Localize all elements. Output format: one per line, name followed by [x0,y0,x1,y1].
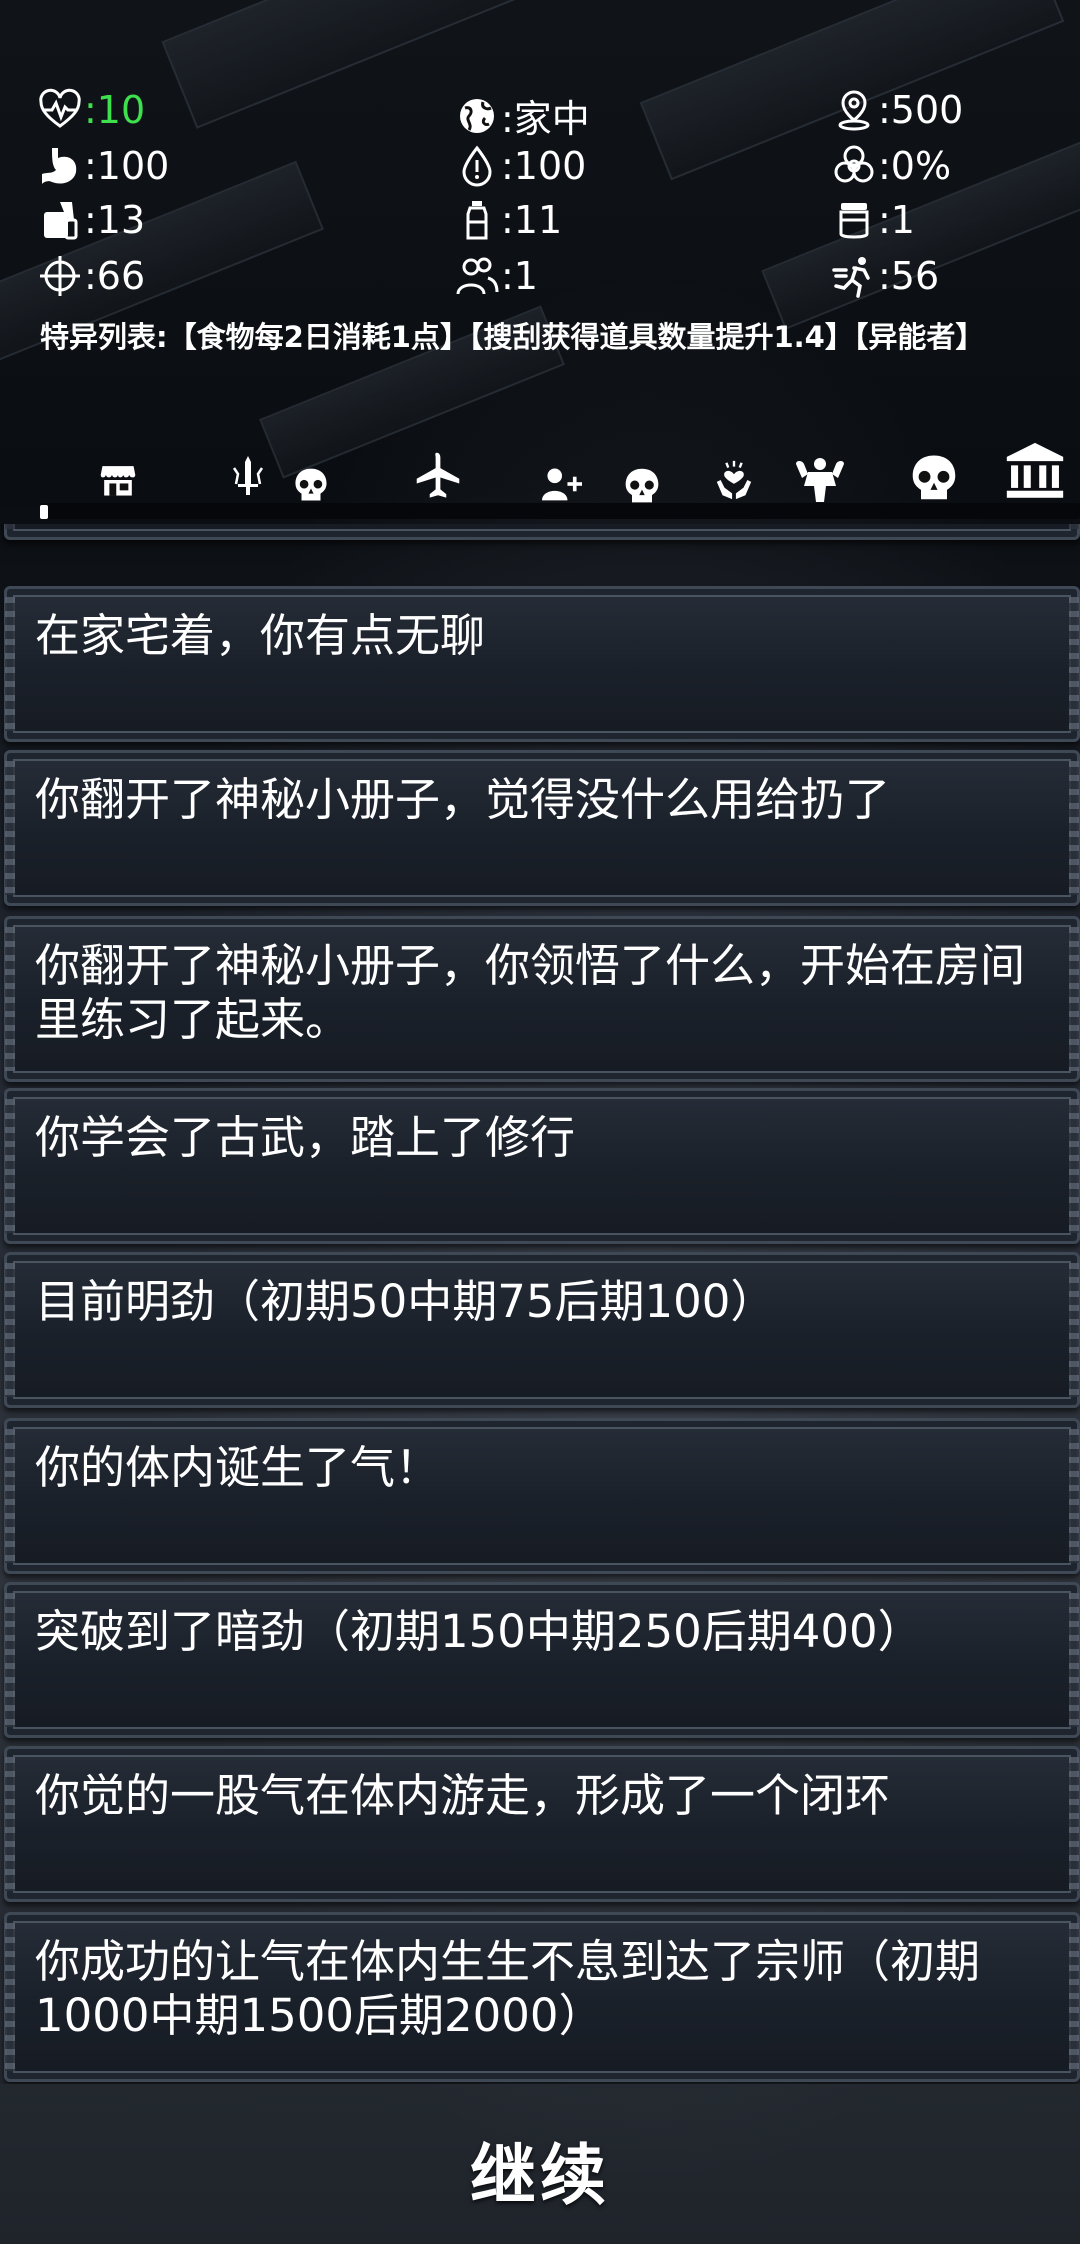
stat-companions: :1 [455,254,538,298]
list-item [4,524,1080,540]
stat-value: :100 [84,144,170,188]
skull-icon[interactable] [906,450,962,506]
continue-button[interactable]: 继续 [390,2120,690,2220]
sword-icon[interactable] [222,450,274,502]
list-item: 突破到了暗劲（初期150中期250后期400） [4,1582,1080,1738]
list-item: 你翻开了神秘小册子，你领悟了什么，开始在房间里练习了起来。 [4,916,1080,1082]
list-item: 你的体内诞生了气！ [4,1418,1080,1574]
biohazard-icon [834,145,874,183]
log-text: 你觉的一股气在体内游走，形成了一个闭环 [35,1769,891,1822]
food-can-icon [44,202,78,240]
stat-water: :11 [455,198,562,242]
muscle-icon[interactable] [792,454,848,506]
list-item: 你觉的一股气在体内游走，形成了一个闭环 [4,1746,1080,1902]
stat-value: :10 [84,88,146,132]
stat-money: :500 [832,88,963,132]
airplane-icon[interactable] [410,446,466,502]
log-text: 在家宅着，你有点无聊 [35,609,486,662]
heal-hands-icon[interactable] [710,456,758,504]
log-text: 你翻开了神秘小册子，觉得没什么用给扔了 [35,773,891,826]
people-icon [456,257,499,295]
stat-hunger: :100 [38,144,169,188]
traits-list: 特异列表:【食物每2日消耗1点】【搜刮获得道具数量提升1.4】【异能者】 [40,320,985,354]
stat-location: :家中 [455,88,590,143]
stat-food: :13 [38,198,145,242]
log-text: 突破到了暗劲（初期150中期250后期400） [35,1605,923,1658]
skull-icon[interactable] [290,464,332,506]
stomach-icon [42,148,77,184]
stat-value: :100 [501,144,587,188]
stat-value: :500 [878,88,964,132]
water-bottle-icon [466,201,488,240]
stat-speed: :56 [832,254,939,298]
water-drop-icon [462,145,492,187]
log-text: 目前明劲（初期50中期75后期100） [35,1275,776,1328]
list-item: 你成功的让气在体内生生不息到达了宗师（初期1000中期1500后期2000） [4,1912,1080,2082]
running-man-icon [832,257,870,298]
stat-health: :10 [38,88,145,132]
stat-supplies: :1 [832,198,915,242]
add-person-icon[interactable] [538,462,586,506]
progress-knob [40,505,48,519]
bank-icon[interactable] [1002,438,1068,504]
log-text: 你学会了古武，踏上了修行 [35,1111,576,1164]
stat-infection: :0% [832,144,951,188]
turn-progress-bar [40,503,1080,519]
log-text: 你成功的让气在体内生生不息到达了宗师（初期1000中期1500后期2000） [35,1935,981,2042]
log-text: 你翻开了神秘小册子，你领悟了什么，开始在房间里练习了起来。 [35,939,1026,1046]
stat-value: :1 [878,198,915,242]
globe-icon [460,98,494,133]
list-item: 在家宅着，你有点无聊 [4,586,1080,742]
event-log[interactable]: 在家宅着，你有点无聊 你翻开了神秘小册子，觉得没什么用给扔了 你翻开了神秘小册子… [0,524,1080,2084]
list-item: 你翻开了神秘小册子，觉得没什么用给扔了 [4,750,1080,906]
stat-attack: :66 [38,254,145,298]
stat-value: :66 [84,254,146,298]
heartbeat-icon [39,88,81,128]
crosshair-icon [40,256,80,296]
stat-value: :13 [84,198,146,242]
log-text: 你的体内诞生了气！ [35,1441,441,1494]
stat-value: :11 [501,198,563,242]
jar-icon [839,203,869,239]
stat-value: :1 [501,254,538,298]
skull-icon[interactable] [620,464,664,508]
list-item: 你学会了古武，踏上了修行 [4,1088,1080,1244]
location-pin-icon [838,90,870,131]
stat-value: :56 [878,254,940,298]
store-icon[interactable] [96,458,140,502]
stat-value: :0% [878,144,952,188]
list-item: 目前明劲（初期50中期75后期100） [4,1252,1080,1408]
stat-thirst: :100 [455,144,586,188]
bg-slab [161,0,683,129]
stat-value: :家中 [501,97,590,141]
